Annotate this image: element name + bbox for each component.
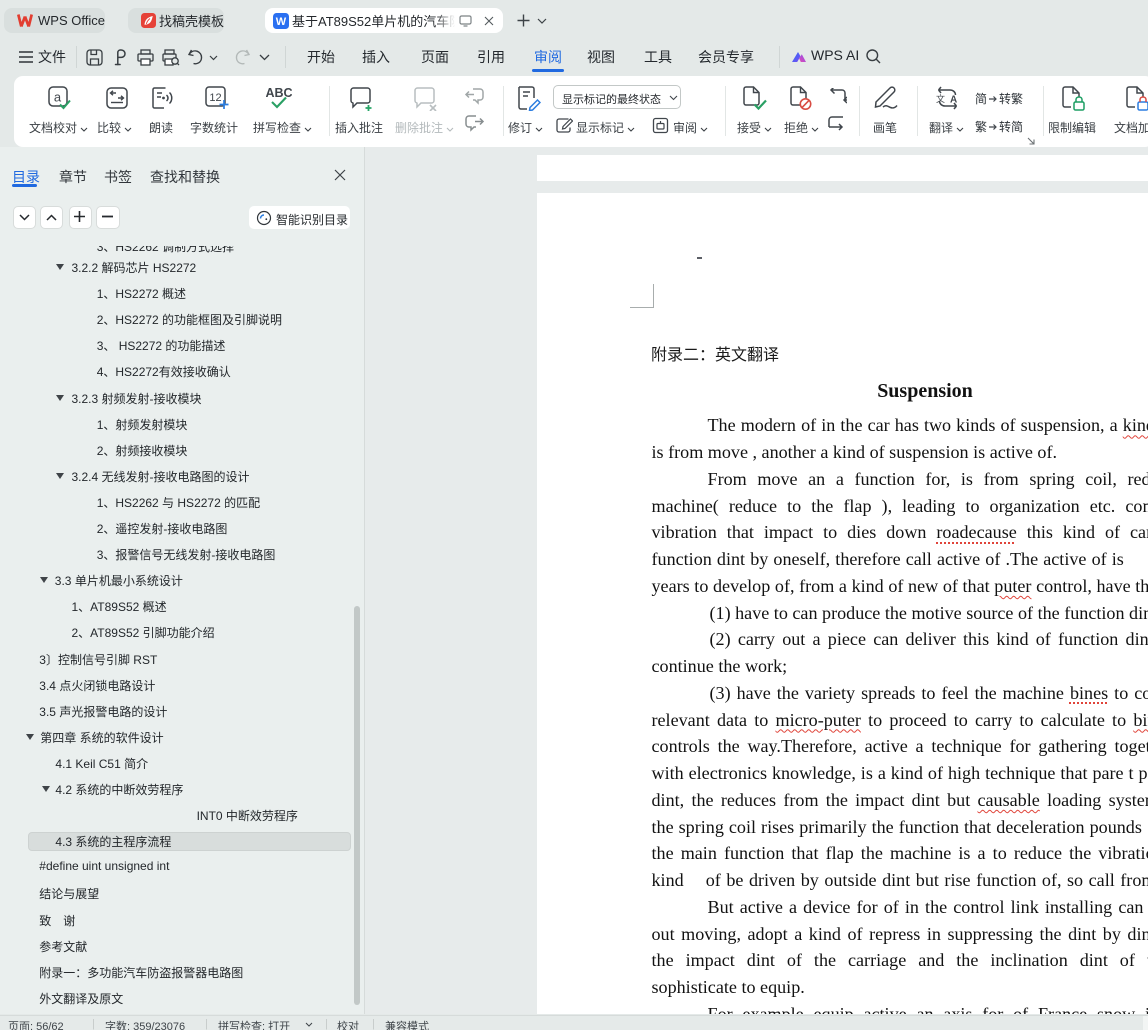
svg-text:ABC: ABC xyxy=(266,86,292,100)
svg-text:W: W xyxy=(276,16,287,28)
svg-text:a: a xyxy=(54,90,62,105)
svg-text:A: A xyxy=(950,95,957,106)
svg-text:12: 12 xyxy=(209,92,221,104)
svg-text:文: 文 xyxy=(936,93,945,104)
